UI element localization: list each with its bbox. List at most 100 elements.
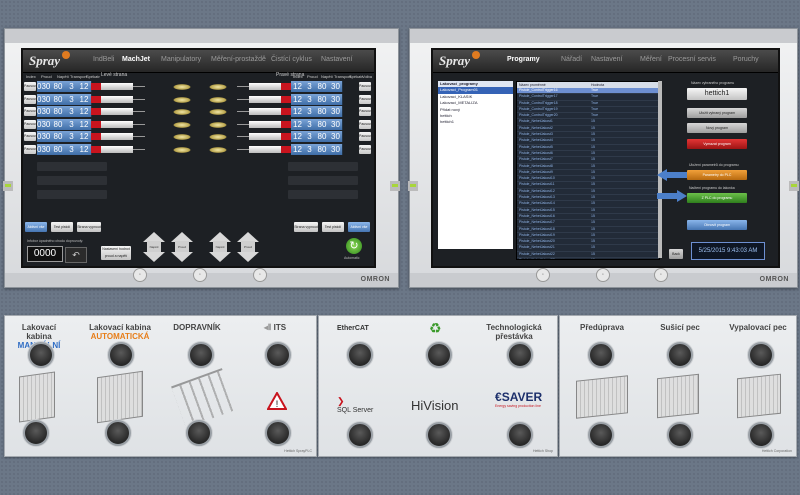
tab-manipulatory[interactable]: Manipulatory [161, 56, 201, 63]
restore-program-button[interactable]: Obnovit program [687, 220, 747, 230]
knob-tech-break-top[interactable] [507, 342, 533, 368]
current-right-stepper[interactable]: Proud [237, 232, 259, 262]
pause-right-button[interactable]: Pausovat [359, 107, 374, 116]
voltage-right-stepper[interactable]: Napětí [209, 232, 231, 262]
tab-mereni[interactable]: Měření [640, 56, 662, 63]
programs-list[interactable]: Lakovací_programy Lakovací_Program01 Lak… [438, 81, 513, 249]
gun-right-value[interactable]: 80 [315, 81, 330, 92]
gun-right-value[interactable]: 80 [315, 118, 330, 130]
right-hmi-bezel-button-1[interactable]: ◦ [536, 268, 550, 282]
auto-cycle-icon[interactable]: ↻ [346, 238, 362, 254]
tab-mereni[interactable]: Měření-prostaždě [211, 56, 266, 63]
gun-right-value[interactable]: 80 [315, 106, 330, 117]
gun-right-value[interactable]: 30 [329, 93, 343, 105]
gun-left-value[interactable]: 030 [37, 143, 51, 155]
side-off-right-button[interactable]: Strana vypnout [294, 222, 318, 232]
parameter-table[interactable]: Název proměnné Hodnota Pistole_ControlTr… [516, 81, 660, 260]
gun-right-value[interactable]: 12 [291, 81, 305, 92]
current-left-stepper[interactable]: Proud [171, 232, 193, 262]
activate-all-left-button[interactable]: Aktivní vše [25, 222, 47, 232]
knob-hivision-bottom[interactable] [426, 422, 452, 448]
knob-curing-top[interactable] [748, 342, 774, 368]
pause-right-button[interactable]: Pausovat [359, 144, 374, 154]
pause-left-button[interactable]: Pausovat [24, 144, 39, 154]
gun-right-value[interactable]: 30 [329, 106, 343, 117]
gun-left-value[interactable]: 12 [77, 106, 92, 117]
right-hmi-bezel-button-3[interactable]: ◦ [654, 268, 668, 282]
gun-right-value[interactable]: 12 [291, 93, 305, 105]
knob-sql-bottom[interactable] [347, 422, 373, 448]
knob-its-bottom[interactable] [265, 420, 291, 446]
tab-machjet[interactable]: MachJet [122, 56, 150, 63]
tab-programy[interactable]: Programy [507, 56, 540, 63]
tab-indbeli[interactable]: IndBeli [93, 56, 114, 63]
knob-conveyor-bottom[interactable] [186, 420, 212, 446]
table-row[interactable]: Pistole_NehetJakost2315 [517, 258, 659, 259]
gun-left-value[interactable]: 80 [50, 93, 67, 105]
knob-auto-booth-top[interactable] [108, 342, 134, 368]
pause-left-button[interactable]: Pausovat [24, 119, 39, 129]
pause-left-button[interactable]: Pausovat [24, 82, 39, 91]
delete-program-button[interactable]: Vymazat program [687, 139, 747, 149]
pause-left-button[interactable]: Pausovat [24, 94, 39, 104]
gun-left-value[interactable]: 80 [50, 143, 67, 155]
tab-poruchy[interactable]: Poruchy [733, 56, 759, 63]
pause-right-button[interactable]: Pausovat [359, 94, 374, 104]
tab-naradi[interactable]: Nářadí [561, 56, 582, 63]
gun-right-value[interactable]: 80 [315, 93, 330, 105]
gun-left-value[interactable]: 030 [37, 118, 51, 130]
gun-left-value[interactable]: 80 [50, 106, 67, 117]
gun-left-value[interactable]: 80 [50, 131, 67, 142]
gun-right-value[interactable]: 30 [329, 118, 343, 130]
knob-drying-top[interactable] [667, 342, 693, 368]
tab-cistici-cyklus[interactable]: Čistící cyklus [271, 56, 312, 63]
knob-its-top[interactable] [265, 342, 291, 368]
reset-icon[interactable]: ↶ [65, 247, 87, 263]
knob-manual-booth-top[interactable] [28, 342, 54, 368]
tab-nastaveni[interactable]: Nastavení [321, 56, 353, 63]
left-hmi-bezel-button-2[interactable]: ◦ [193, 268, 207, 282]
pause-right-button[interactable]: Pausovat [359, 119, 374, 129]
activate-all-right-button[interactable]: Aktivní vše [348, 222, 370, 232]
right-hmi-bezel-button-2[interactable]: ◦ [596, 268, 610, 282]
knob-drying-bottom[interactable] [667, 422, 693, 448]
gun-right-value[interactable]: 30 [329, 131, 343, 142]
set-values-button[interactable]: Nastavení hodnot proud a napětí [101, 246, 131, 260]
gun-left-value[interactable]: 12 [77, 81, 92, 92]
gun-left-value[interactable]: 030 [37, 93, 51, 105]
new-program-button[interactable]: Nový program [687, 123, 747, 133]
test-guns-right-button[interactable]: Test pistolí [322, 222, 344, 232]
left-hmi-bezel-button-3[interactable]: ◦ [253, 268, 267, 282]
gun-right-value[interactable]: 12 [291, 131, 305, 142]
upload-to-plc-button[interactable]: Parametry do PLC [687, 170, 747, 180]
gun-left-value[interactable]: 030 [37, 81, 51, 92]
knob-esaver-bottom[interactable] [507, 422, 533, 448]
knob-recycle-top[interactable] [426, 342, 452, 368]
knob-curing-bottom[interactable] [748, 422, 774, 448]
pause-right-button[interactable]: Pausovat [359, 132, 374, 141]
test-guns-left-button[interactable]: Test pistolí [51, 222, 73, 232]
voltage-left-stepper[interactable]: Napětí [143, 232, 165, 262]
left-hmi-bezel-button-1[interactable]: ◦ [133, 268, 147, 282]
gun-left-value[interactable]: 12 [77, 131, 92, 142]
knob-conveyor-top[interactable] [188, 342, 214, 368]
gun-right-value[interactable]: 30 [329, 81, 343, 92]
knob-pretreatment-top[interactable] [588, 342, 614, 368]
gun-left-value[interactable]: 12 [77, 143, 92, 155]
gun-left-value[interactable]: 030 [37, 106, 51, 117]
knob-manual-booth-bottom[interactable] [23, 420, 49, 446]
tab-procesni-servis[interactable]: Procesní servis [668, 56, 716, 63]
side-off-left-button[interactable]: Strana vypnout [77, 222, 101, 232]
program-name-field[interactable]: hettich1 [687, 88, 747, 100]
knob-pretreatment-bottom[interactable] [588, 422, 614, 448]
knob-ethercat-top[interactable] [347, 342, 373, 368]
gun-right-value[interactable]: 12 [291, 143, 305, 155]
program-item[interactable]: hettich1 [438, 119, 513, 125]
gun-right-value[interactable]: 12 [291, 106, 305, 117]
gun-right-value[interactable]: 80 [315, 131, 330, 142]
pause-left-button[interactable]: Pausovat [24, 132, 39, 141]
gun-right-value[interactable]: 80 [315, 143, 330, 155]
pause-left-button[interactable]: Pausovat [24, 107, 39, 116]
gun-right-value[interactable]: 12 [291, 118, 305, 130]
save-program-button[interactable]: Uložit vybraný program [687, 108, 747, 118]
